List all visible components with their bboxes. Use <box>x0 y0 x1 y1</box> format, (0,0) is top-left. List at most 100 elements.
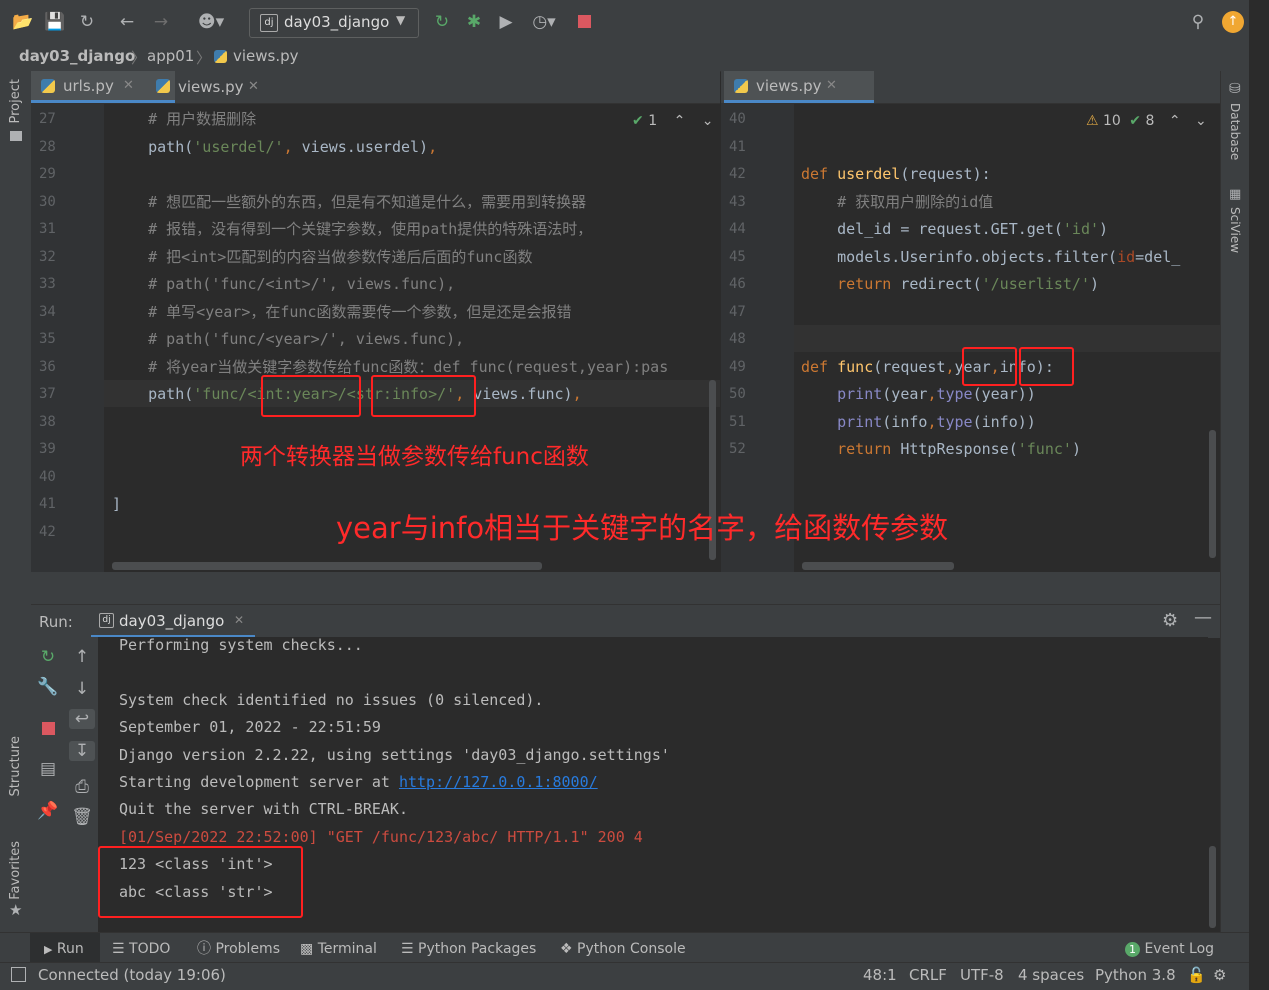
code-line: return redirect('/userlist/') <box>837 275 1100 293</box>
stop-icon[interactable] <box>42 722 55 735</box>
inspection-widget[interactable]: ✔ 1 ⌃ ⌄ <box>632 113 713 129</box>
tab-label: views.py <box>756 77 822 95</box>
event-log-badge: 1 <box>1125 942 1140 957</box>
chevron-down-icon[interactable]: ⌄ <box>702 113 714 129</box>
vertical-scrollbar[interactable] <box>1209 430 1216 558</box>
print-icon[interactable]: ⎙ <box>65 777 99 797</box>
search-icon[interactable]: ⚲ <box>1188 12 1208 32</box>
python-file-icon <box>734 79 748 93</box>
run-icon: ▶ <box>44 943 53 956</box>
tab-run[interactable]: ▶ Run <box>30 933 100 963</box>
save-icon[interactable]: 💾 <box>44 12 65 32</box>
server-link[interactable]: http://127.0.0.1:8000/ <box>399 773 598 791</box>
tab-run-label: Run <box>56 941 84 957</box>
chevron-up-icon[interactable]: ⌃ <box>674 113 686 129</box>
connection-status: Connected (today 19:06) <box>38 966 226 984</box>
line-number: 42 <box>39 523 56 540</box>
splitter[interactable] <box>31 572 1220 604</box>
horizontal-scrollbar[interactable] <box>802 562 954 570</box>
python-file-icon <box>214 50 227 63</box>
update-icon[interactable]: ↑ <box>1222 11 1244 33</box>
python-icon: ❖ <box>560 941 573 957</box>
inspection-widget-right[interactable]: ⚠ 10 ✔ 8 ⌃ ⌄ <box>1086 113 1207 129</box>
lock-icon[interactable]: 🔓 <box>1187 963 1206 990</box>
stop-icon[interactable] <box>578 15 591 28</box>
caret-position[interactable]: 48:1 <box>863 963 897 990</box>
line-number: 29 <box>39 166 56 182</box>
favorites-tool-button[interactable]: Favorites <box>8 841 23 900</box>
breadcrumb-file[interactable]: views.py <box>233 47 299 65</box>
coverage-icon[interactable]: ▶ <box>496 12 516 32</box>
horizontal-scrollbar[interactable] <box>112 562 542 570</box>
close-icon[interactable]: ✕ <box>248 71 259 103</box>
tab-python-console[interactable]: ❖ Python Console <box>560 933 686 963</box>
tab-python-packages[interactable]: ☰ Python Packages <box>401 933 536 963</box>
profile-icon[interactable]: ◷▾ <box>526 12 562 32</box>
line-number: 45 <box>729 248 746 265</box>
run-configuration-selector[interactable]: dj day03_django ▼ <box>249 8 419 38</box>
highlight-output <box>98 846 303 918</box>
tab-views-py-right[interactable]: views.py ✕ <box>724 71 874 103</box>
breadcrumb-folder[interactable]: app01 <box>147 47 194 65</box>
close-icon[interactable]: ✕ <box>826 71 837 101</box>
gear-icon[interactable]: ⚙ <box>1162 610 1178 631</box>
tab-views-py[interactable]: views.py ✕ <box>146 71 298 103</box>
close-icon[interactable]: ✕ <box>123 71 134 101</box>
indent-setting[interactable]: 4 spaces <box>1018 963 1084 990</box>
line-number: 32 <box>39 248 56 265</box>
tab-problems-label: Problems <box>215 941 280 957</box>
line-number: 30 <box>39 193 56 210</box>
breadcrumb-project[interactable]: day03_django <box>19 47 135 65</box>
structure-tool-button[interactable]: Structure <box>8 736 23 796</box>
console-line: System check identified no issues (0 sil… <box>119 690 544 709</box>
scroll-to-end-icon[interactable]: ↧ <box>69 741 95 761</box>
chevron-down-icon[interactable]: ⌄ <box>1195 113 1207 129</box>
close-icon[interactable]: ✕ <box>234 613 244 627</box>
line-separator[interactable]: CRLF <box>909 963 947 990</box>
warning-icon: ⚠ <box>1086 113 1099 129</box>
layout-icon[interactable]: ▤ <box>31 759 65 779</box>
event-log-label: Event Log <box>1144 941 1215 957</box>
line-number: 38 <box>39 413 56 430</box>
database-tool-button[interactable]: Database <box>1228 103 1242 160</box>
interpreter[interactable]: Python 3.8 <box>1095 963 1176 990</box>
tab-problems[interactable]: ⓘ Problems <box>197 933 280 963</box>
line-number: 44 <box>729 221 746 237</box>
code-line: # path('func/<int>/', views.func), <box>112 275 456 293</box>
line-number: 33 <box>39 276 56 292</box>
settings-icon[interactable]: ⚙ <box>1213 963 1226 990</box>
vcs-user-icon[interactable]: ☻▾ <box>195 12 227 32</box>
trash-icon[interactable]: 🗑 <box>65 807 99 827</box>
sync-icon[interactable]: ↻ <box>77 12 97 32</box>
sciview-icon: ▦ <box>1229 187 1242 202</box>
back-icon[interactable]: ← <box>117 12 137 32</box>
arrow-up-icon[interactable]: ↑ <box>65 647 99 667</box>
star-icon: ★ <box>9 901 23 919</box>
line-number: 47 <box>729 303 746 320</box>
right-tool-strip: ⛁ Database ▦ SciView <box>1220 71 1250 962</box>
project-tool-button[interactable]: Project <box>8 79 23 123</box>
chevron-up-icon[interactable]: ⌃ <box>1169 113 1181 129</box>
layout-toggle-icon[interactable] <box>11 967 26 982</box>
line-number: 43 <box>729 193 746 210</box>
tab-terminal[interactable]: ▩ Terminal <box>300 933 377 963</box>
arrow-down-icon[interactable]: ↓ <box>65 679 99 699</box>
sciview-tool-button[interactable]: SciView <box>1228 207 1242 253</box>
minimize-icon[interactable]: — <box>1194 607 1212 628</box>
rerun-icon[interactable]: ↻ <box>31 647 65 667</box>
code-line: # path('func/<year>/', views.func), <box>112 330 465 348</box>
pin-icon[interactable]: 📌 <box>31 801 65 821</box>
wrench-icon[interactable]: 🔧 <box>31 677 65 697</box>
event-log-button[interactable]: 1 Event Log <box>1125 933 1214 963</box>
forward-icon[interactable]: → <box>151 12 171 32</box>
soft-wrap-icon[interactable]: ↩ <box>69 709 95 729</box>
rerun-icon[interactable]: ↻ <box>432 12 452 32</box>
debug-icon[interactable]: ✱ <box>464 12 484 32</box>
tab-todo[interactable]: ☰ TODO <box>112 933 170 963</box>
open-folder-icon[interactable]: 📂 <box>12 12 33 32</box>
line-number: 42 <box>729 166 746 182</box>
window-edge <box>1249 0 1269 989</box>
console-scrollbar[interactable] <box>1209 846 1216 928</box>
code-line: del_id = request.GET.get('id') <box>801 220 1109 238</box>
file-encoding[interactable]: UTF-8 <box>960 963 1004 990</box>
